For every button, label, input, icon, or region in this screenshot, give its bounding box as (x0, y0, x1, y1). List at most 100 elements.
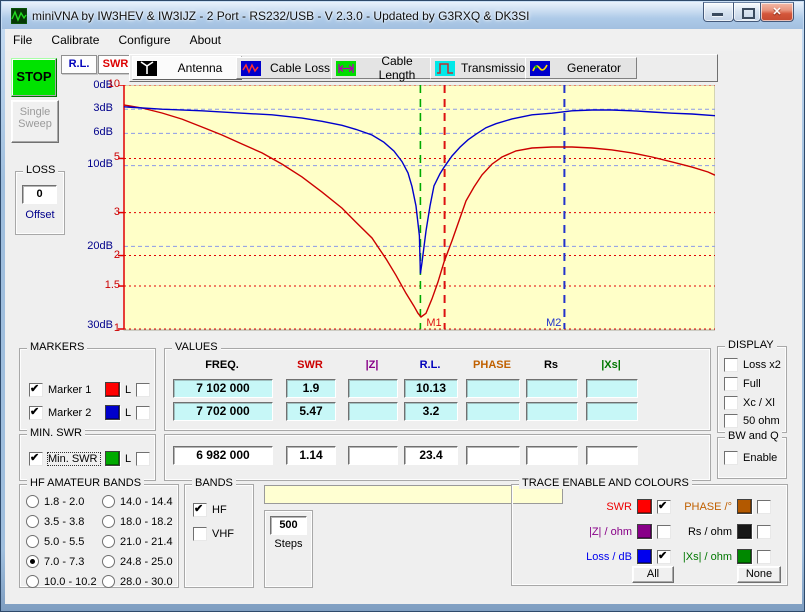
trace-rs-color-swatch[interactable] (737, 524, 752, 539)
trace-none-button[interactable]: None (737, 566, 781, 583)
m2-xs-value (586, 402, 638, 421)
band-10-0-radio[interactable] (26, 575, 39, 588)
marker2-color-swatch[interactable] (105, 405, 120, 420)
loss-x2-label: Loss x2 (743, 359, 781, 371)
marker1-label: Marker 1 (48, 383, 92, 396)
rl-scale-label[interactable]: R.L. (61, 55, 97, 74)
header-swr: SWR (297, 359, 323, 371)
close-button[interactable]: ✕ (760, 2, 794, 22)
band-24-8-label: 24.8 - 25.0 (120, 555, 173, 568)
display-group-label: DISPLAY (725, 339, 777, 351)
trace-phase-label: PHASE /° (684, 500, 732, 513)
band-21-0-label: 21.0 - 21.4 (120, 535, 173, 548)
tab-cable-length[interactable]: Cable Length (331, 54, 437, 82)
menu-about[interactable]: About (182, 29, 229, 47)
band-5-0-radio[interactable] (26, 535, 39, 548)
markers-group-label: MARKERS (27, 341, 88, 353)
min-swr-checkbox[interactable] (29, 451, 43, 466)
db-tick-3: 3dB (93, 102, 113, 114)
marker1-checkbox[interactable] (29, 382, 43, 397)
m2-swr-value: 5.47 (286, 402, 336, 421)
bw-q-group-label: BW and Q (725, 430, 782, 442)
db-tick-6: 6dB (93, 126, 113, 138)
trace-rs-label: Rs / ohm (687, 525, 732, 538)
cable-length-icon (336, 60, 356, 76)
bands-group: BANDS HF VHF (184, 477, 254, 588)
tab-antenna[interactable]: Antenna (132, 56, 242, 80)
menu-calibrate[interactable]: Calibrate (43, 29, 107, 47)
full-checkbox[interactable] (724, 377, 738, 391)
min-swr-color-swatch[interactable] (105, 451, 120, 466)
50-ohm-checkbox[interactable] (724, 414, 738, 428)
values-group-label: VALUES (172, 341, 221, 353)
transmission-icon (435, 60, 455, 76)
tab-cable-loss[interactable]: Cable Loss (236, 57, 338, 79)
marker-1-label: M1 (426, 317, 441, 329)
trace-phase-checkbox[interactable] (757, 499, 771, 514)
swr-tick-2: 2 (113, 249, 120, 261)
hf-checkbox[interactable] (193, 502, 207, 517)
xc-xl-checkbox[interactable] (724, 396, 738, 410)
tab-transmission[interactable]: Transmission (430, 57, 533, 79)
marker2-label: Marker 2 (48, 406, 92, 419)
single-sweep-label-1: Single (19, 106, 51, 118)
sweep-chart[interactable]: M1 M2 (117, 85, 715, 332)
trace-xs-checkbox[interactable] (757, 549, 771, 564)
plot-area (123, 85, 715, 331)
50-ohm-label: 50 ohm (743, 415, 780, 427)
marker2-checkbox[interactable] (29, 405, 43, 420)
minimize-button[interactable] (703, 2, 734, 22)
band-3-5-radio[interactable] (26, 515, 39, 528)
band-28-0-radio[interactable] (102, 575, 115, 588)
trace-enable-group: TRACE ENABLE AND COLOURS SWR |Z| / ohm L… (511, 477, 788, 586)
min-freq-value: 6 982 000 (173, 446, 273, 465)
min-rs-value (526, 446, 578, 465)
loss-x2-checkbox[interactable] (724, 358, 738, 372)
min-phase-value (466, 446, 520, 465)
m2-rs-value (526, 402, 578, 421)
m1-freq-value: 7 102 000 (173, 379, 273, 398)
band-14-0-radio[interactable] (102, 495, 115, 508)
loss-group-label: LOSS (23, 164, 59, 176)
tab-generator[interactable]: Generator (525, 57, 637, 79)
single-sweep-button[interactable]: Single Sweep (11, 100, 59, 143)
m2-freq-value: 7 702 000 (173, 402, 273, 421)
trace-loss-label: Loss / dB (586, 550, 632, 563)
minivna-app-window: { "window": {"title": "miniVNA by IW3HEV… (0, 0, 805, 612)
loss-offset-input[interactable]: 0 (22, 185, 57, 204)
trace-xs-color-swatch[interactable] (737, 549, 752, 564)
full-label: Full (743, 378, 761, 390)
marker1-l-checkbox[interactable] (136, 382, 151, 397)
band-18-0-radio[interactable] (102, 515, 115, 528)
vhf-checkbox[interactable] (193, 527, 207, 541)
band-1-8-radio[interactable] (26, 495, 39, 508)
trace-all-button[interactable]: All (632, 566, 674, 583)
swr-scale-label[interactable]: SWR (98, 55, 133, 74)
min-swr-l-checkbox[interactable] (136, 451, 151, 466)
trace-rs-checkbox[interactable] (757, 524, 771, 539)
band-28-0-label: 28.0 - 30.0 (120, 575, 173, 588)
tab-cable-length-label: Cable Length (378, 54, 416, 82)
menu-file[interactable]: File (5, 29, 40, 47)
menu-configure[interactable]: Configure (111, 29, 179, 47)
bwq-enable-checkbox[interactable] (724, 451, 738, 465)
band-24-8-radio[interactable] (102, 555, 115, 568)
tab-generator-label: Generator (566, 61, 622, 75)
maximize-button[interactable] (733, 2, 761, 22)
header-z: |Z| (365, 359, 379, 371)
min-swr-l-label: L (125, 452, 132, 465)
steps-box: 500 Steps (264, 510, 313, 588)
display-group: DISPLAY Loss x2 Full Xc / Xl 50 ohm (717, 339, 787, 433)
band-21-0-radio[interactable] (102, 535, 115, 548)
marker2-l-checkbox[interactable] (136, 405, 151, 420)
marker2-l-label: L (125, 406, 132, 419)
band-7-0-radio[interactable] (26, 555, 39, 568)
bw-q-group: BW and Q Enable (717, 430, 787, 479)
stop-button[interactable]: STOP (11, 58, 57, 97)
title-bar[interactable]: miniVNA by IW3HEV & IW3IJZ - 2 Port - RS… (2, 2, 803, 29)
marker1-color-swatch[interactable] (105, 382, 120, 397)
steps-input[interactable]: 500 (270, 516, 307, 535)
cable-loss-icon (241, 60, 261, 76)
trace-phase-color-swatch[interactable] (737, 499, 752, 514)
m1-phase-value (466, 379, 520, 398)
